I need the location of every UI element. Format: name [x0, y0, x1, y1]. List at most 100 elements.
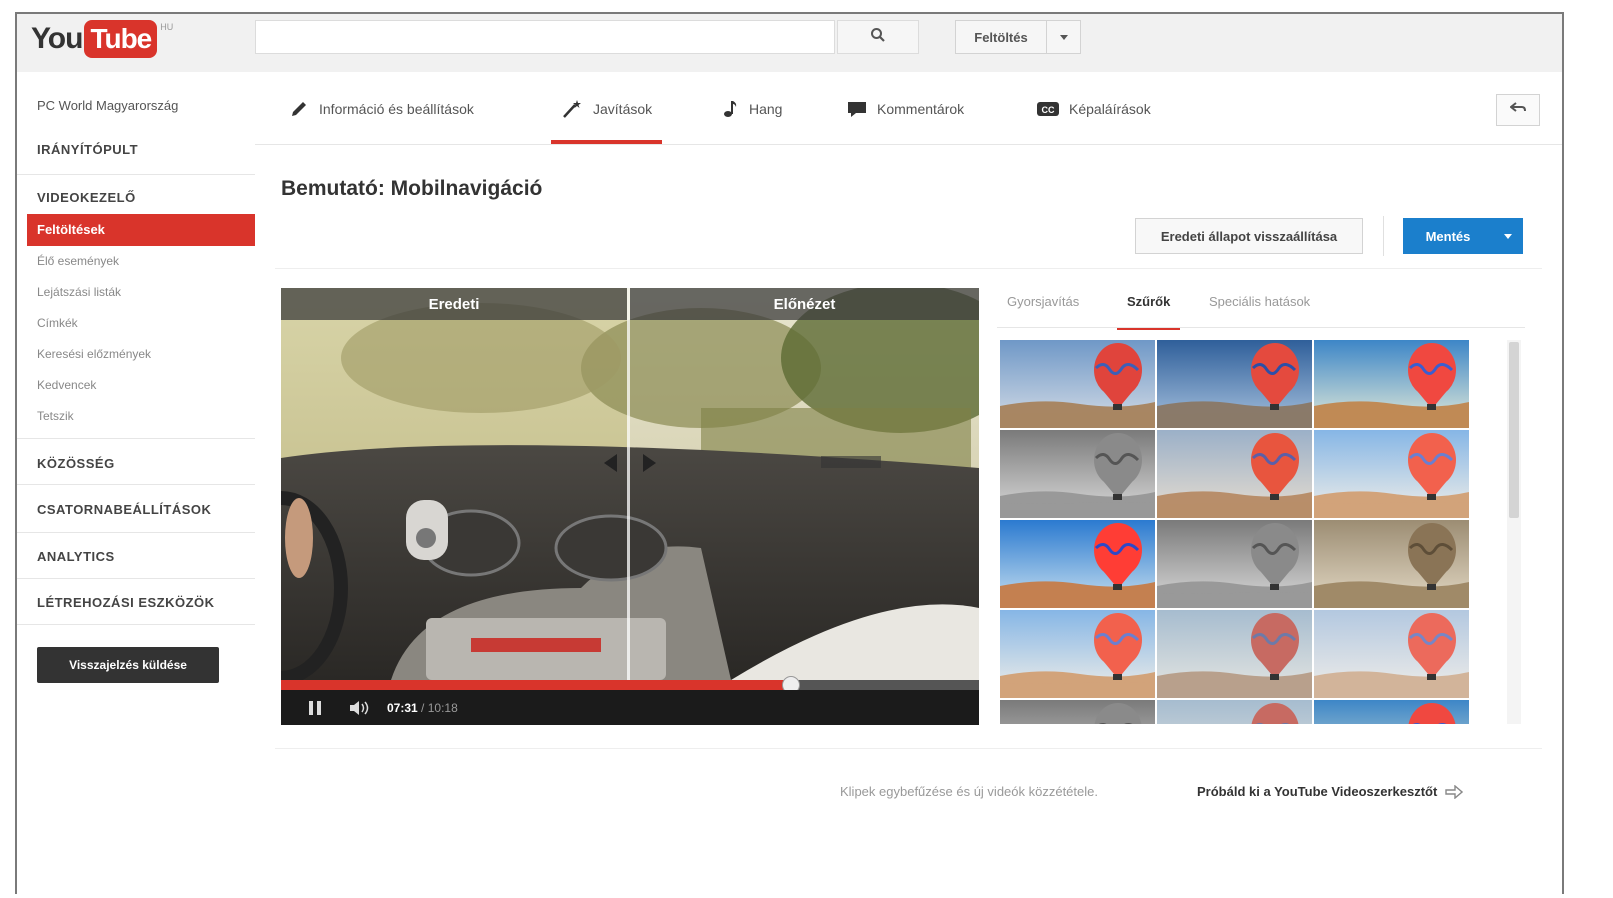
channel-name[interactable]: PC World Magyarország [37, 98, 178, 113]
page-title: Bemutató: Mobilnavigáció [281, 177, 543, 200]
volume-icon[interactable] [349, 700, 371, 716]
sidebar-item-creation-tools[interactable]: LÉTREHOZÁSI ESZKÖZÖK [37, 595, 215, 610]
sidebar-divider [17, 484, 255, 485]
original-label: Eredeti [281, 288, 627, 320]
speech-bubble-icon [847, 98, 867, 120]
content-divider [275, 268, 1542, 269]
music-note-icon [723, 98, 739, 120]
revert-button[interactable]: Eredeti állapot visszaállítása [1135, 218, 1363, 254]
svg-text:CC: CC [1042, 105, 1055, 115]
sidebar-item-likes[interactable]: Tetszik [37, 409, 74, 423]
back-button[interactable] [1496, 94, 1540, 126]
filter-thumbnail-grayscale[interactable] [1000, 700, 1155, 724]
video-editor-link[interactable]: Próbáld ki a YouTube Videoszerkesztőt [1197, 784, 1464, 799]
tab-enhancements[interactable]: Javítások [551, 98, 663, 144]
save-dropdown-button[interactable] [1493, 218, 1523, 254]
button-divider [1383, 216, 1384, 256]
filter-thumbnail-sepia[interactable] [1314, 520, 1469, 608]
tab-label: Javítások [593, 101, 653, 117]
logo-tube: Tube [84, 20, 158, 58]
undo-arrow-icon [1509, 101, 1526, 119]
progress-fill [281, 680, 791, 690]
comparison-slider-handle[interactable] [627, 288, 630, 680]
video-frame [281, 288, 979, 680]
filter-tabs-divider [997, 327, 1525, 328]
current-time: 07:31 [387, 700, 418, 715]
progress-bar[interactable] [281, 676, 979, 694]
arrow-right-icon [643, 454, 656, 472]
filter-grid [1000, 340, 1470, 724]
sidebar-divider [17, 624, 255, 625]
sidebar-item-tags[interactable]: Címkék [37, 316, 78, 330]
editor-tabs: Információ és beállítások Javítások Hang… [255, 72, 1562, 145]
main-content: Információ és beállítások Javítások Hang… [255, 72, 1562, 894]
filter-thumbnail-normal[interactable] [1000, 340, 1155, 428]
sidebar: PC World Magyarország IRÁNYÍTÓPULT VIDEO… [17, 72, 255, 894]
sidebar-divider [17, 532, 255, 533]
cc-icon: CC [1037, 98, 1059, 120]
tab-audio[interactable]: Hang [723, 98, 782, 144]
time-separator: / [417, 700, 428, 715]
filter-thumbnail-faded[interactable] [1157, 610, 1312, 698]
send-feedback-button[interactable]: Visszajelzés küldése [37, 647, 219, 683]
editor-link-label: Próbáld ki a YouTube Videoszerkesztőt [1197, 784, 1438, 799]
sidebar-item-dashboard[interactable]: IRÁNYÍTÓPULT [37, 142, 138, 157]
tab-filters[interactable]: Szűrők [1117, 294, 1181, 330]
upload-button[interactable]: Feltöltés [955, 20, 1047, 54]
top-bar: You Tube HU Feltöltés [17, 14, 1562, 72]
arrow-left-icon [604, 454, 617, 472]
search-input[interactable] [255, 20, 835, 54]
sidebar-divider [17, 438, 255, 439]
youtube-logo[interactable]: You Tube HU [31, 20, 173, 58]
filter-scrollbar[interactable] [1507, 340, 1521, 724]
logo-you: You [31, 22, 83, 55]
filter-thumbnail-grayscale[interactable] [1000, 430, 1155, 518]
upload-dropdown-button[interactable] [1047, 20, 1081, 54]
sidebar-item-playlists[interactable]: Lejátszási listák [37, 285, 121, 299]
sidebar-item-favorites[interactable]: Kedvencek [37, 378, 96, 392]
browser-frame: You Tube HU Feltöltés PC World Magyarors… [15, 12, 1564, 894]
scrollbar-thumb[interactable] [1509, 342, 1519, 518]
search-icon [870, 27, 886, 48]
chevron-down-icon [1059, 28, 1069, 46]
tab-quick-fix[interactable]: Gyorsjavítás [1007, 294, 1079, 330]
chevron-down-icon [1503, 227, 1513, 245]
filter-thumbnail-bright[interactable] [1314, 430, 1469, 518]
filter-thumbnail-vivid[interactable] [1314, 700, 1469, 724]
filter-thumbnail-vivid[interactable] [1314, 340, 1469, 428]
sidebar-divider [17, 578, 255, 579]
search-button[interactable] [837, 20, 919, 54]
filter-thumbnail-bright[interactable] [1000, 610, 1155, 698]
tab-info-settings[interactable]: Információ és beállítások [289, 98, 474, 144]
logo-region: HU [160, 22, 174, 32]
tab-captions[interactable]: CC Képaláírások [1037, 98, 1151, 144]
tab-label: Kommentárok [877, 101, 965, 117]
pause-icon[interactable] [307, 700, 323, 716]
filter-thumbnail-grayscale[interactable] [1157, 520, 1312, 608]
tab-label: Hang [749, 101, 783, 117]
sidebar-item-video-manager[interactable]: VIDEOKEZELŐ [37, 190, 136, 205]
video-player[interactable]: Eredeti Előnézet 07:31 / 10:18 [281, 288, 979, 725]
filter-thumbnail-cool[interactable] [1157, 340, 1312, 428]
sidebar-item-community[interactable]: KÖZÖSSÉG [37, 456, 115, 471]
sidebar-item-search-history[interactable]: Keresési előzmények [37, 347, 151, 361]
pencil-icon [289, 98, 309, 120]
footer-divider [275, 748, 1542, 749]
filter-thumbnail-soft[interactable] [1314, 610, 1469, 698]
tab-special-effects[interactable]: Speciális hatások [1209, 294, 1310, 330]
tab-label: Képaláírások [1069, 101, 1151, 117]
arrow-right-icon [1445, 784, 1464, 799]
tab-annotations[interactable]: Kommentárok [847, 98, 964, 144]
sidebar-item-live-events[interactable]: Élő események [37, 254, 119, 268]
sidebar-item-uploads[interactable]: Feltöltések [27, 214, 255, 246]
player-controls: 07:31 / 10:18 [281, 690, 979, 725]
duration: 10:18 [427, 700, 458, 715]
save-button[interactable]: Mentés [1403, 218, 1493, 254]
filter-thumbnail-warm[interactable] [1157, 430, 1312, 518]
tab-label: Információ és beállítások [319, 101, 474, 117]
sidebar-item-analytics[interactable]: ANALYTICS [37, 549, 115, 564]
filter-thumbnail-saturated[interactable] [1000, 520, 1155, 608]
sidebar-divider [17, 174, 255, 175]
filter-thumbnail-faded[interactable] [1157, 700, 1312, 724]
sidebar-item-channel-settings[interactable]: CSATORNABEÁLLÍTÁSOK [37, 502, 211, 517]
